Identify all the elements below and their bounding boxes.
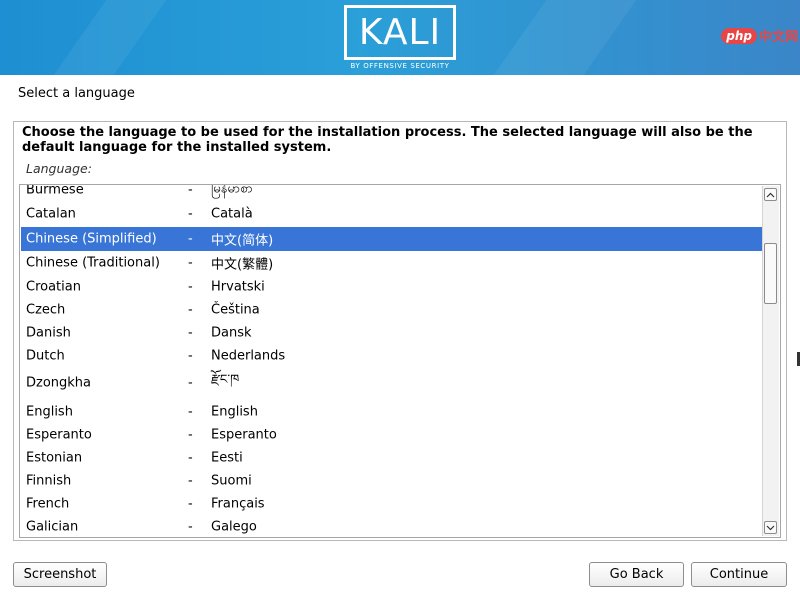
chevron-up-icon — [766, 192, 775, 197]
screenshot-button[interactable]: Screenshot — [13, 562, 107, 587]
language-row[interactable]: Burmese - မြန်မာစာ — [21, 185, 762, 201]
language-native-name: Dansk — [211, 325, 252, 341]
separator-dash: - — [188, 496, 193, 512]
language-name: Czech — [26, 302, 66, 318]
separator-dash: - — [188, 325, 193, 341]
language-name: Galician — [26, 519, 79, 535]
language-row[interactable]: Galician - Galego — [21, 516, 762, 537]
scrollbar-thumb[interactable] — [764, 243, 777, 304]
language-native-name: Français — [211, 496, 265, 512]
language-row[interactable]: Finnish - Suomi — [21, 470, 762, 492]
language-native-name: မြန်မာစာ — [211, 185, 253, 197]
language-name: Burmese — [26, 185, 84, 198]
language-row[interactable]: Dzongkha - རྫོང་ཁ — [21, 368, 762, 398]
description-text: Choose the language to be used for the i… — [22, 125, 753, 155]
language-rows: Burmese - မြန်မာစာ Catalan - Català Chinese (S… — [20, 185, 762, 537]
separator-dash: - — [188, 206, 193, 222]
separator-dash: - — [188, 348, 193, 364]
watermark-badge: php — [721, 27, 757, 44]
language-name: Catalan — [26, 206, 76, 222]
separator-dash: - — [188, 375, 193, 391]
language-row[interactable]: Catalan - Català — [21, 203, 762, 225]
vertical-scrollbar[interactable] — [762, 186, 779, 536]
scroll-down-button[interactable] — [764, 521, 777, 534]
page-title: Select a language — [18, 86, 135, 101]
logo-text: KALI — [358, 11, 442, 53]
scroll-up-button[interactable] — [764, 188, 777, 201]
separator-dash: - — [188, 427, 193, 443]
banner-stripe — [53, 0, 167, 75]
language-row[interactable]: English - English — [21, 401, 762, 423]
language-row[interactable]: Danish - Dansk — [21, 322, 762, 344]
language-row[interactable]: Estonian - Eesti — [21, 447, 762, 469]
banner-stripe — [493, 0, 637, 75]
language-row[interactable]: Czech - Čeština — [21, 299, 762, 321]
language-list-label: Language: — [26, 161, 92, 176]
language-name: Chinese (Simplified) — [26, 231, 157, 247]
language-native-name: Eesti — [211, 450, 243, 466]
language-native-name: རྫོང་ཁ — [211, 372, 240, 388]
separator-dash: - — [188, 185, 193, 198]
separator-dash: - — [188, 255, 193, 271]
language-native-name: English — [211, 404, 258, 420]
header-banner: KALI BY OFFENSIVE SECURITY php 中文网 — [0, 0, 800, 75]
language-native-name: Suomi — [211, 473, 252, 489]
language-native-name: Català — [211, 206, 253, 222]
language-native-name: 中文(简体) — [211, 233, 274, 249]
kali-logo: KALI — [344, 5, 456, 60]
language-row[interactable]: Chinese (Traditional) - 中文(繁體) — [21, 252, 762, 274]
language-native-name: Nederlands — [211, 348, 286, 364]
separator-dash: - — [188, 279, 193, 295]
language-listbox[interactable]: Burmese - မြန်မာစာ Catalan - Català Chinese (S… — [19, 184, 781, 538]
language-row[interactable]: Chinese (Simplified) - 中文(简体) — [21, 227, 762, 251]
language-name: Finnish — [26, 473, 72, 489]
language-row[interactable]: French - Français — [21, 493, 762, 515]
chevron-down-icon — [766, 525, 775, 530]
language-native-name: Čeština — [211, 302, 260, 318]
language-name: English — [26, 404, 73, 420]
language-native-name: Esperanto — [211, 427, 277, 443]
separator-dash: - — [188, 473, 193, 489]
language-native-name: Galego — [211, 519, 257, 535]
separator-dash: - — [188, 519, 193, 535]
continue-button[interactable]: Continue — [691, 562, 787, 587]
language-name: Esperanto — [26, 427, 92, 443]
language-name: Dzongkha — [26, 375, 92, 391]
language-name: Chinese (Traditional) — [26, 255, 160, 271]
separator-dash: - — [188, 450, 193, 466]
language-row[interactable]: Esperanto - Esperanto — [21, 424, 762, 446]
watermark-text: 中文网 — [758, 30, 798, 45]
go-back-button[interactable]: Go Back — [589, 562, 684, 587]
watermark: php 中文网 — [721, 26, 798, 45]
language-name: Dutch — [26, 348, 65, 364]
language-native-name: 中文(繁體) — [211, 257, 274, 273]
separator-dash: - — [188, 302, 193, 318]
language-row[interactable]: Dutch - Nederlands — [21, 345, 762, 367]
language-native-name: Hrvatski — [211, 279, 265, 295]
language-name: Danish — [26, 325, 71, 341]
separator-dash: - — [188, 231, 193, 247]
separator-dash: - — [188, 404, 193, 420]
language-name: Croatian — [26, 279, 81, 295]
language-name: French — [26, 496, 70, 512]
logo-subtitle: BY OFFENSIVE SECURITY — [350, 62, 450, 70]
language-row[interactable]: Croatian - Hrvatski — [21, 276, 762, 298]
language-name: Estonian — [26, 450, 83, 466]
